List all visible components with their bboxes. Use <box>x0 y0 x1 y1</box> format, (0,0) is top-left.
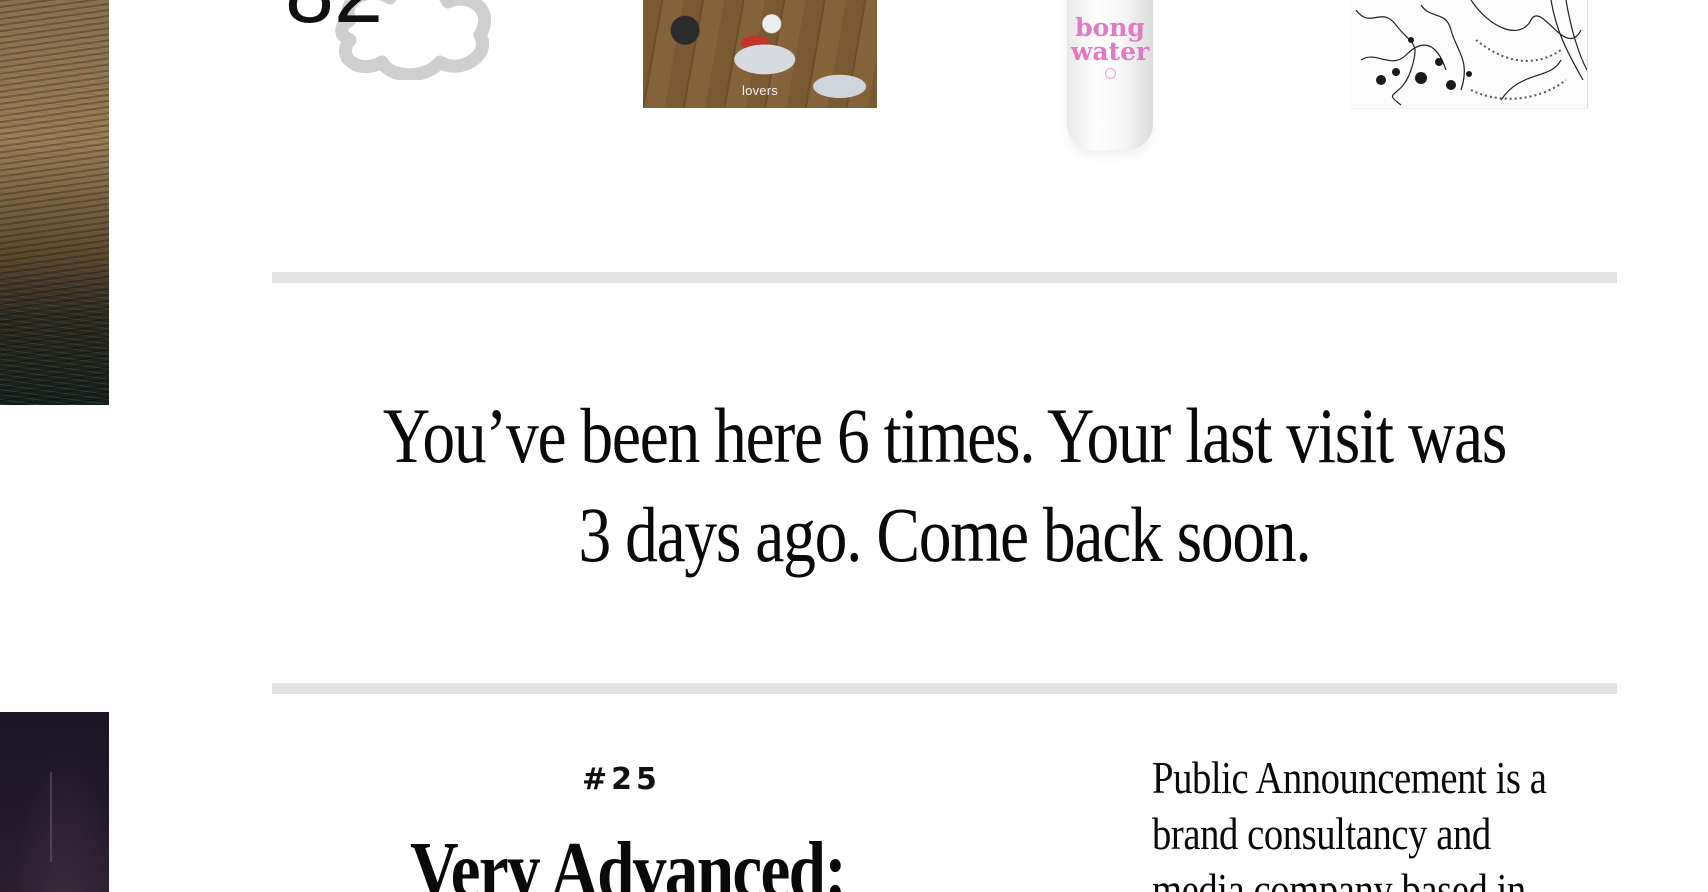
left-edge-photo-top[interactable] <box>0 0 109 405</box>
bottle-label-line2: water <box>1070 37 1150 66</box>
bottle-logo-icon <box>1105 68 1116 79</box>
issue-number: #25 <box>582 762 661 797</box>
visit-counter-message: You’ve been here 6 times. Your last visi… <box>382 392 1507 578</box>
sketch-lines <box>1355 0 1587 106</box>
water-bottle-product[interactable]: bong water <box>1067 0 1153 150</box>
section-divider-top <box>272 272 1617 283</box>
album-cover-product[interactable]: lovers <box>643 0 877 108</box>
album-cover-text: lovers <box>742 83 778 98</box>
about-description: Public Announcement is a brand consultan… <box>1152 752 1547 892</box>
product-number[interactable]: 82 <box>285 0 383 36</box>
section-divider-bottom <box>272 683 1617 694</box>
bottle-label: bong water <box>1067 15 1153 66</box>
article-title[interactable]: Very Advanced: <box>410 826 847 892</box>
sketch-artwork-product[interactable] <box>1351 0 1588 109</box>
left-edge-photo-bottom[interactable] <box>0 712 109 892</box>
